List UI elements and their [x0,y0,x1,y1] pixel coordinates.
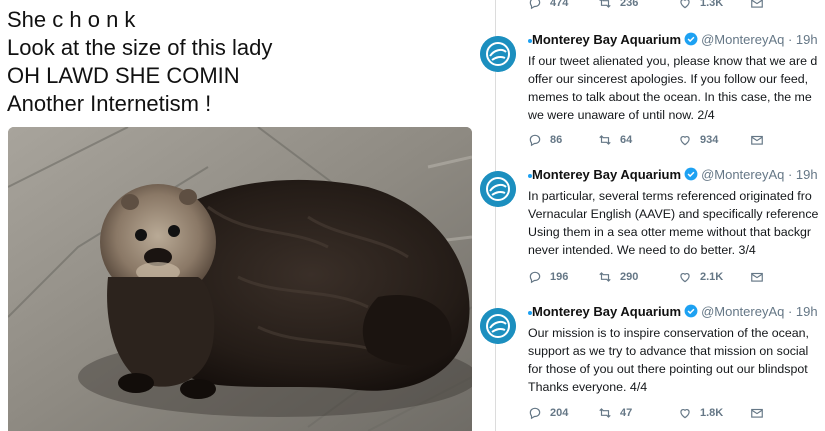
dm-button[interactable] [750,406,764,420]
retweet-count: 47 [620,407,633,419]
verified-badge-icon [684,32,698,46]
tweet-line: offer our sincerest apologies. If you fo… [528,72,809,86]
meme-line: OH LAWD SHE COMIN [7,63,240,88]
reply-icon [529,407,541,420]
like-button[interactable]: 1.3K [678,0,723,10]
heart-icon [680,0,690,9]
reply-button[interactable]: 204 [528,406,568,420]
tweet-line: we were unaware of until now. 2/4 [528,108,715,122]
dm-button[interactable] [750,270,764,284]
tweet-line: support as we try to advance that missio… [528,344,809,358]
tweet-text: If our tweet alienated you, please know … [528,52,825,124]
tweet-line: Our mission is to inspire conservation o… [528,326,809,340]
reply-icon [529,134,541,147]
dm-button[interactable] [750,133,764,147]
avatar[interactable] [480,171,516,207]
direct-message-icon [751,272,763,282]
reply-count: 86 [550,134,563,146]
meme-line: She c h o n k [7,7,136,32]
author-handle[interactable]: @MontereyAq [701,32,784,47]
verified-badge-icon [684,167,698,181]
author-handle[interactable]: @MontereyAq [701,304,784,319]
heart-icon [680,136,690,146]
tweet-text: In particular, several terms referenced … [528,187,825,259]
reply-count: 196 [550,271,569,283]
reply-icon [529,271,541,284]
like-count: 934 [700,134,719,146]
avatar[interactable] [480,308,516,344]
tweet-text: Our mission is to inspire conservation o… [528,324,825,396]
author-name[interactable]: Monterey Bay Aquarium [532,167,681,182]
sea-otter-photo [8,127,472,431]
retweet-count: 290 [620,271,639,283]
tweet-line: If our tweet alienated you, please know … [528,54,818,68]
direct-message-icon [751,408,763,418]
heart-icon [680,409,690,419]
tweet-line: memes to talk about the ocean. In this c… [528,90,812,104]
author-handle[interactable]: @MontereyAq [701,167,784,182]
author-name[interactable]: Monterey Bay Aquarium [532,32,681,47]
direct-message-icon [751,0,763,8]
meme-caption: She c h o n k Look at the size of this l… [7,6,477,118]
tweet-line: In particular, several terms referenced … [528,189,812,203]
author-name[interactable]: Monterey Bay Aquarium [532,304,681,319]
dm-button[interactable] [750,0,764,10]
retweet-icon [599,272,611,282]
tweet-line: Thanks everyone. 4/4 [528,380,648,394]
tweet-time[interactable]: 19h [796,32,818,47]
retweet-count: 236 [620,0,639,9]
retweet-icon [599,135,611,145]
reply-count: 474 [550,0,569,9]
retweet-button[interactable]: 47 [598,406,632,420]
retweet-count: 64 [620,134,633,146]
direct-message-icon [751,135,763,145]
heart-icon [680,273,690,283]
meme-line: Look at the size of this lady [7,35,273,60]
verified-badge-icon [684,304,698,318]
like-count: 2.1K [700,271,724,283]
tweet-time[interactable]: 19h [796,304,818,319]
reply-icon [529,0,541,10]
reply-button[interactable]: 86 [528,133,562,147]
like-button[interactable]: 934 [678,133,718,147]
like-button[interactable]: 2.1K [678,270,723,284]
tweet-time[interactable]: 19h [796,167,818,182]
retweet-icon [599,408,611,418]
tweet-line: Using them in a sea otter meme without t… [528,225,812,239]
like-count: 1.3K [700,0,724,9]
reply-button[interactable]: 196 [528,270,568,284]
retweet-button[interactable]: 236 [598,0,638,10]
reply-count: 204 [550,407,569,419]
tweet-line: Vernacular English (AAVE) and specifical… [528,207,819,221]
retweet-button[interactable]: 64 [598,133,632,147]
like-count: 1.8K [700,407,724,419]
tweet-line: for those of you out there pointing out … [528,362,808,376]
meme-line: Another Internetism ! [7,91,212,116]
reply-button[interactable]: 474 [528,0,568,10]
retweet-button[interactable]: 290 [598,270,638,284]
like-button[interactable]: 1.8K [678,406,723,420]
tweet-line: never intended. We need to do better. 3/… [528,243,756,257]
avatar[interactable] [480,36,516,72]
retweet-icon [599,0,611,8]
